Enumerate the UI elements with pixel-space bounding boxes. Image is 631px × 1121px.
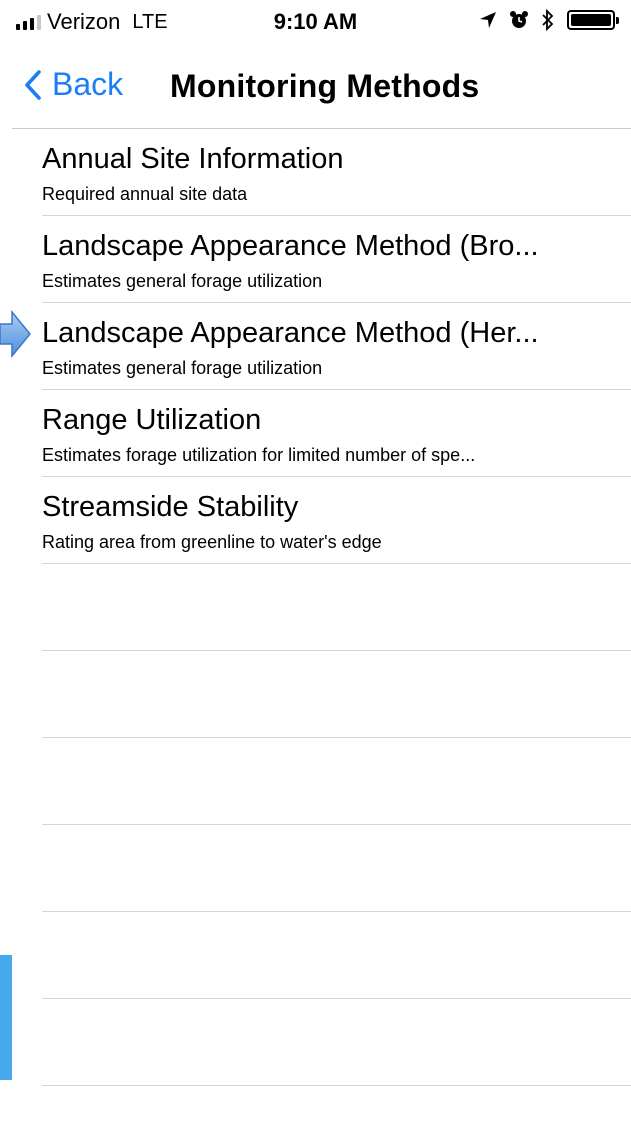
side-accent-bar [0,955,12,1080]
page-title: Monitoring Methods [170,68,480,104]
list-item-subtitle: Estimates general forage utilization [42,358,323,378]
chevron-left-icon [25,69,41,100]
list-item[interactable]: Streamside Stability Rating area from gr… [0,477,631,564]
navigation-bar: Back Monitoring Methods [0,44,631,128]
list-item[interactable]: Range Utilization Estimates forage utili… [0,390,631,477]
empty-row [0,738,631,825]
list-item-subtitle: Estimates forage utilization for limited… [42,445,476,465]
bluetooth-icon [541,9,555,31]
location-arrow-icon [479,11,497,29]
battery-icon [567,10,619,30]
empty-row [0,651,631,738]
methods-list: Annual Site Information Required annual … [0,129,631,1086]
pointer-arrow-icon [0,309,32,363]
empty-row [0,912,631,999]
empty-row [0,999,631,1086]
empty-row [0,564,631,651]
row-separator [42,1085,631,1086]
list-item-title: Streamside Stability [42,491,299,523]
empty-row [0,825,631,912]
list-item-title: Annual Site Information [42,143,344,175]
list-item[interactable]: Annual Site Information Required annual … [0,129,631,216]
list-item-subtitle: Estimates general forage utilization [42,271,323,291]
alarm-icon [509,10,529,30]
list-item-subtitle: Rating area from greenline to water's ed… [42,532,382,552]
back-button[interactable]: Back [24,66,123,103]
list-item-title: Landscape Appearance Method (Bro... [42,230,539,262]
list-item-title: Landscape Appearance Method (Her... [42,317,539,349]
status-right [479,9,619,31]
list-item[interactable]: Landscape Appearance Method (Her... Esti… [0,303,631,390]
back-label: Back [52,66,124,102]
list-item[interactable]: Landscape Appearance Method (Bro... Esti… [0,216,631,303]
status-bar: Verizon LTE 9:10 AM [0,0,631,44]
list-item-title: Range Utilization [42,404,262,436]
list-item-subtitle: Required annual site data [42,184,248,204]
